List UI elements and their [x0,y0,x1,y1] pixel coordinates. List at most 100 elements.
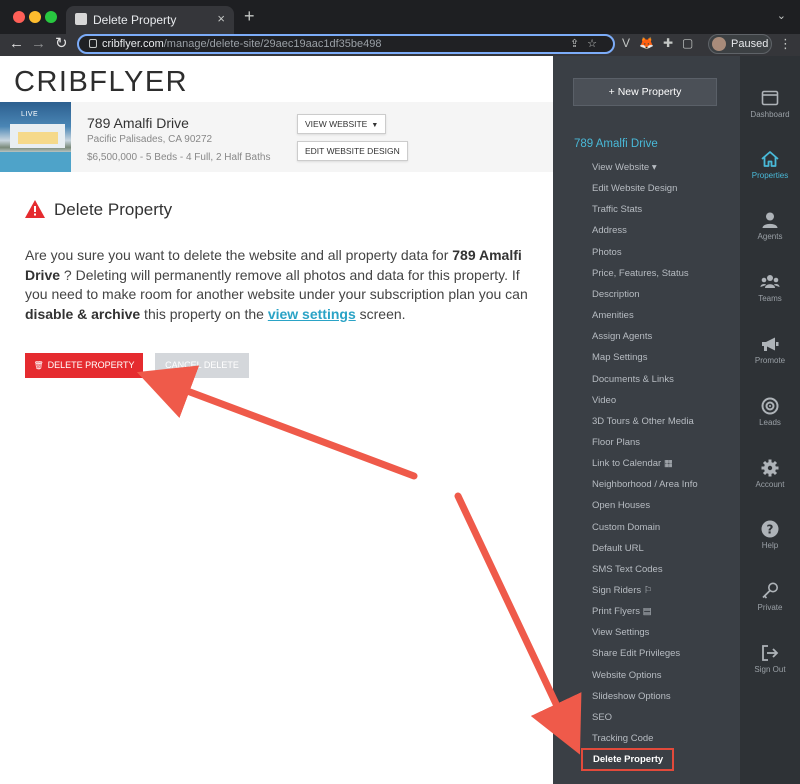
page-title: Delete Property [54,200,173,219]
tab-search-icon[interactable]: ⌄ [777,9,786,22]
thumbnail-windows [18,132,58,144]
sidebar-item-traffic-stats[interactable]: Traffic Stats [592,204,642,215]
svg-text:?: ? [767,523,774,537]
tab-close-icon[interactable]: × [217,11,225,26]
sidebar-item-view-website[interactable]: View Website ▾ [592,162,657,173]
nav-label: Teams [758,294,782,303]
url-text: cribflyer.com/manage/delete-site/29aec19… [102,38,382,50]
browser-toolbar: ← → ↻ cribflyer.com/manage/delete-site/2… [0,34,800,56]
sidebar-item-open-houses[interactable]: Open Houses [592,500,650,511]
close-window-button[interactable] [13,11,25,23]
sidebar-item-share-edit-privileges[interactable]: Share Edit Privileges [592,648,680,659]
app-nav-rail: Dashboard Properties Agents Teams Promot… [740,56,800,784]
nav-account[interactable]: Account [740,458,800,489]
property-specs: $6,500,000 - 5 Beds - 4 Full, 2 Half Bat… [87,152,271,163]
new-property-button[interactable]: + New Property [573,78,717,106]
sidebar-item-tracking-code[interactable]: Tracking Code [592,733,653,744]
nav-help[interactable]: ? Help [740,519,800,550]
delete-property-button[interactable]: 🗑 DELETE PROPERTY [25,353,143,378]
sidebar-item-address[interactable]: Address [592,225,627,236]
property-sidebar: + New Property 789 Amalfi Drive View Web… [553,56,740,784]
sidebar-item-amenities[interactable]: Amenities [592,310,634,321]
nav-label: Agents [757,232,783,241]
back-arrow-icon[interactable]: ← [9,34,24,54]
property-header: LIVE 789 Amalfi Drive Pacific Palisades,… [0,102,553,172]
window-icon [761,90,779,106]
sidebar-item-link-to-calendar[interactable]: Link to Calendar ▦ [592,458,673,469]
user-icon [762,212,778,228]
sidebar-item-3d-tours-other-media[interactable]: 3D Tours & Other Media [592,416,694,427]
sidebar-item-label: Delete Property [593,754,664,765]
megaphone-icon [762,337,779,351]
sidebar-item-view-settings[interactable]: View Settings [592,627,649,638]
browser-menu-icon[interactable]: ⋮ [779,36,792,52]
cancel-delete-button[interactable]: CANCEL DELETE [155,353,249,378]
sidebar-item-map-settings[interactable]: Map Settings [592,352,647,363]
sidebar-item-floor-plans[interactable]: Floor Plans [592,437,640,448]
tab-title: Delete Property [93,13,177,27]
reload-icon[interactable]: ↻ [55,34,68,54]
sidebar-item-sign-riders[interactable]: Sign Riders ⚐ [592,585,652,596]
nav-label: Account [755,480,785,489]
signout-icon [762,645,779,661]
sidebar-item-delete-property[interactable]: Delete Property [581,748,674,771]
sidebar-item-custom-domain[interactable]: Custom Domain [592,522,660,533]
sidebar-item-documents-links[interactable]: Documents & Links [592,374,674,385]
edit-website-design-button[interactable]: EDIT WEBSITE DESIGN [297,141,408,161]
main-content: CRIBFLYER LIVE 789 Amalfi Drive Pacific … [0,56,553,784]
help-icon: ? [761,520,779,538]
view-settings-link[interactable]: view settings [268,306,356,322]
sidebar-item-slideshow-options[interactable]: Slideshow Options [592,691,671,702]
team-icon [760,275,780,288]
nav-label: Private [757,603,783,612]
sidebar-item-photos[interactable]: Photos [592,247,622,258]
sidebar-item-website-options[interactable]: Website Options [592,670,662,681]
nav-leads[interactable]: Leads [740,396,800,427]
maximize-window-button[interactable] [45,11,57,23]
gear-icon [761,459,779,477]
nav-label: Help [761,541,779,550]
delete-confirmation-text: Are you sure you want to delete the webs… [25,247,528,322]
nav-dashboard[interactable]: Dashboard [740,88,800,119]
sidebar-item-assign-agents[interactable]: Assign Agents [592,331,652,342]
nav-label: Leads [759,418,781,427]
sidebar-property-heading[interactable]: 789 Amalfi Drive [574,138,658,150]
target-icon [761,397,779,415]
nav-label: Promote [754,356,786,365]
sidebar-item-price-features-status[interactable]: Price, Features, Status [592,268,689,279]
sidebar-item-default-url[interactable]: Default URL [592,543,644,554]
avatar [712,37,726,51]
extensions-icon[interactable]: V🦊✚▢ [622,36,702,50]
sidebar-item-neighborhood-area-info[interactable]: Neighborhood / Area Info [592,479,698,490]
key-icon [762,582,778,599]
nav-promote[interactable]: Promote [740,334,800,365]
new-tab-button[interactable]: + [244,7,255,25]
minimize-window-button[interactable] [29,11,41,23]
brand-logo[interactable]: CRIBFLYER [14,66,188,99]
nav-sign-out[interactable]: Sign Out [740,643,800,674]
browser-tab[interactable]: Delete Property × [66,6,234,34]
nav-agents[interactable]: Agents [740,210,800,241]
trash-icon: 🗑 [33,361,44,370]
view-website-label: VIEW WEBSITE [305,119,368,129]
warning-icon [25,200,45,218]
delete-property-label: DELETE PROPERTY [47,360,135,370]
bookmark-star-icon[interactable]: ⇪☆ [570,37,605,50]
caret-down-icon: ▼ [371,122,379,129]
profile-button[interactable]: Paused [708,34,772,54]
nav-private[interactable]: Private [740,581,800,612]
sidebar-item-description[interactable]: Description [592,289,640,300]
sidebar-item-seo[interactable]: SEO [592,712,612,723]
property-thumbnail[interactable]: LIVE [0,102,71,172]
sidebar-item-edit-website-design[interactable]: Edit Website Design [592,183,677,194]
forward-arrow-icon[interactable]: → [31,34,46,54]
live-badge: LIVE [21,111,39,118]
sidebar-item-video[interactable]: Video [592,395,616,406]
nav-teams[interactable]: Teams [740,272,800,303]
home-icon [761,151,779,167]
sidebar-item-sms-text-codes[interactable]: SMS Text Codes [592,564,663,575]
nav-properties[interactable]: Properties [740,149,800,180]
sidebar-item-print-flyers[interactable]: Print Flyers ▤ [592,606,652,617]
view-website-dropdown[interactable]: VIEW WEBSITE ▼ [297,114,387,134]
address-bar[interactable]: cribflyer.com/manage/delete-site/29aec19… [77,34,615,54]
